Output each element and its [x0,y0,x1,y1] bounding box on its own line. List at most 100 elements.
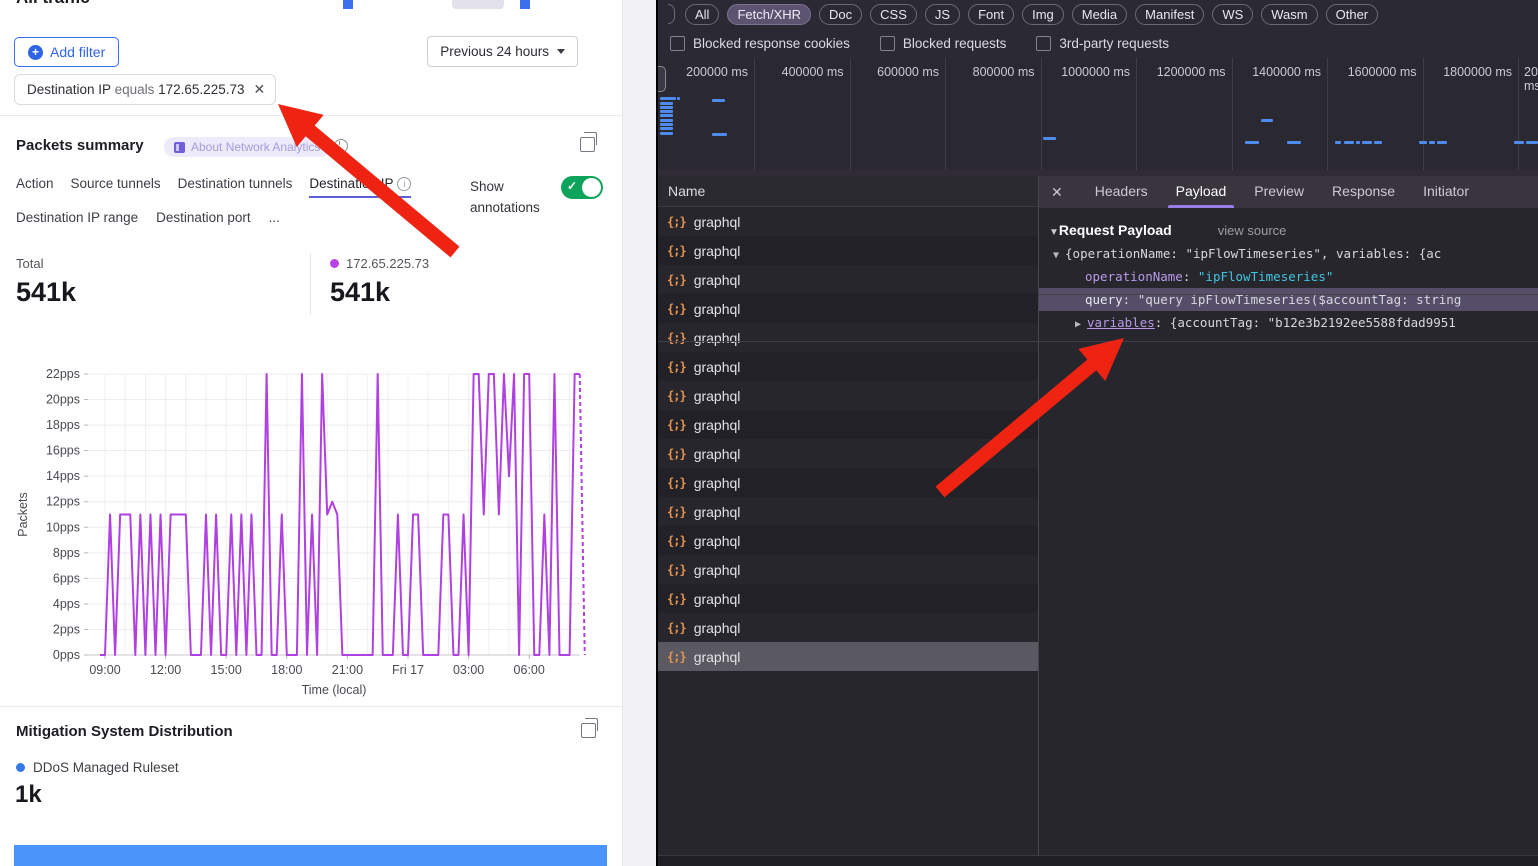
filter-pill-ws[interactable]: WS [1212,4,1253,25]
request-timing-mark [660,119,673,122]
checkbox-3rd-party-requests[interactable]: 3rd-party requests [1036,36,1169,51]
view-source-link[interactable]: view source [1218,223,1287,238]
request-timing-mark [1429,141,1435,144]
filter-pill-other[interactable]: Other [1326,4,1379,25]
x-axis-title: Time (local) [302,683,367,697]
request-list: Name {;}graphql{;}graphql{;}graphql{;}gr… [658,176,1038,866]
filter-pill-font[interactable]: Font [968,4,1014,25]
request-row[interactable]: {;}graphql [658,468,1038,497]
request-payload-title[interactable]: ▼Request Payload [1049,222,1172,238]
request-row[interactable]: {;}graphql [658,236,1038,265]
tab-action[interactable]: Action [16,176,54,198]
toggle-knob [582,178,601,197]
filter-pill-all[interactable]: All [685,4,719,25]
detail-tab-initiator[interactable]: Initiator [1409,176,1483,208]
payload-row[interactable]: ▼{operationName: "ipFlowTimeseries", var… [1039,242,1538,265]
payload-body: ▼Request Payload view source ▼{operation… [1039,208,1538,334]
overview-tick-label: 600000 ms [853,65,939,79]
request-row[interactable]: {;}graphql [658,294,1038,323]
close-icon[interactable]: ✕ [1051,184,1063,201]
payload-row[interactable]: ▶variables: {accountTag: "b12e3b2192ee55… [1039,311,1538,334]
request-row[interactable]: {;}graphql [658,207,1038,236]
payload-value: {accountTag: "b12e3b2192ee5588fdad9951 [1170,315,1456,330]
filter-pill-fetch-xhr[interactable]: Fetch/XHR [727,4,811,25]
network-overview-timeline[interactable]: 200000 ms400000 ms600000 ms800000 ms1000… [658,58,1538,170]
payload-key: operationName [1085,269,1183,284]
scroll-gutter[interactable] [623,0,656,866]
request-name: graphql [694,272,741,288]
mitigation-title: Mitigation System Distribution [16,723,233,740]
about-network-analytics-badge[interactable]: About Network Analytics [164,137,330,157]
request-row[interactable]: {;}graphql [658,439,1038,468]
filter-pill-wasm[interactable]: Wasm [1261,4,1317,25]
request-name: graphql [694,620,741,636]
clock-icon [334,139,348,153]
time-range-dropdown[interactable]: Previous 24 hours [427,36,578,67]
checkbox-box[interactable] [1036,36,1051,51]
packets-chart-svg: 0pps2pps4pps6pps8pps10pps12pps14pps16pps… [0,352,640,700]
add-filter-button[interactable]: + Add filter [14,37,119,67]
y-tick-label: 12pps [46,495,80,509]
info-icon[interactable]: i [397,177,411,191]
analytics-panel: All traffic + Add filter Previous 24 hou… [0,0,658,866]
checkbox-box[interactable] [670,36,685,51]
remove-filter-icon[interactable]: ✕ [253,81,265,98]
detail-tab-response[interactable]: Response [1318,176,1409,208]
divider [0,706,622,707]
checkbox-blocked-response-cookies[interactable]: Blocked response cookies [670,36,850,51]
request-row[interactable]: {;}graphql [658,323,1038,352]
y-tick-label: 10pps [46,520,80,534]
summary-tabs-row1: Action Source tunnels Destination tunnels D… [16,176,411,198]
x-tick-label: 03:00 [453,663,484,677]
request-row[interactable]: {;}graphql [658,265,1038,294]
tab-source-tunnels[interactable]: Source tunnels [71,176,161,198]
request-row[interactable]: {;}graphql [658,613,1038,642]
json-braces-icon: {;} [667,592,686,606]
divider [310,253,311,315]
json-braces-icon: {;} [667,650,686,664]
disclosure-triangle-icon[interactable]: ▼ [1053,250,1059,261]
request-row[interactable]: {;}graphql [658,555,1038,584]
overview-tick-label: 1800000 ms [1426,65,1512,79]
request-row[interactable]: {;}graphql [658,352,1038,381]
popout-icon[interactable] [580,137,595,152]
checkbox-box[interactable] [880,36,895,51]
request-timing-mark [1419,141,1427,144]
filter-pill-doc[interactable]: Doc [819,4,862,25]
request-row[interactable]: {;}graphql [658,381,1038,410]
request-row[interactable]: {;}graphql [658,497,1038,526]
tab-destination-ip[interactable]: Destination IPi [309,176,411,198]
disclosure-triangle-icon[interactable]: ▶ [1075,319,1081,330]
filter-pill-media[interactable]: Media [1072,4,1127,25]
tab-destination-tunnels[interactable]: Destination tunnels [178,176,293,198]
json-braces-icon: {;} [667,505,686,519]
tab-destination-port[interactable]: Destination port [156,210,251,225]
y-axis-title: Packets [16,492,30,536]
mitigation-legend-label: DDoS Managed Ruleset [33,760,179,775]
request-row[interactable]: {;}graphql [658,410,1038,439]
filter-pill-js[interactable]: JS [925,4,960,25]
request-timing-mark [1245,141,1259,144]
tab--[interactable]: ... [269,210,280,225]
detail-tab-headers[interactable]: Headers [1081,176,1162,208]
request-row[interactable]: {;}graphql [658,642,1038,671]
checkbox-blocked-requests[interactable]: Blocked requests [880,36,1007,51]
detail-tab-payload[interactable]: Payload [1162,176,1241,208]
filter-pill-css[interactable]: CSS [870,4,917,25]
filter-pill-manifest[interactable]: Manifest [1135,4,1204,25]
detail-tab-preview[interactable]: Preview [1240,176,1318,208]
payload-row[interactable]: query: "query ipFlowTimeseries($accountT… [1039,288,1538,311]
request-row[interactable]: {;}graphql [658,584,1038,613]
show-annotations-toggle[interactable]: ✓ [561,176,603,199]
tab-destination-ip-range[interactable]: Destination IP range [16,210,138,225]
json-braces-icon: {;} [667,302,686,316]
request-type-filter-bar: All Fetch/XHR Doc CSS JS Font Img Media Manifest… [658,0,1538,28]
popout-icon[interactable] [581,723,596,738]
name-column-header[interactable]: Name [658,176,1038,207]
filter-pill-img[interactable]: Img [1022,4,1064,25]
payload-row[interactable]: operationName: "ipFlowTimeseries" [1039,265,1538,288]
filter-chip[interactable]: Destination IP equals 172.65.225.73 ✕ [14,74,276,105]
request-row[interactable]: {;}graphql [658,526,1038,555]
check-icon: ✓ [567,179,577,193]
request-timing-mark [660,132,673,135]
